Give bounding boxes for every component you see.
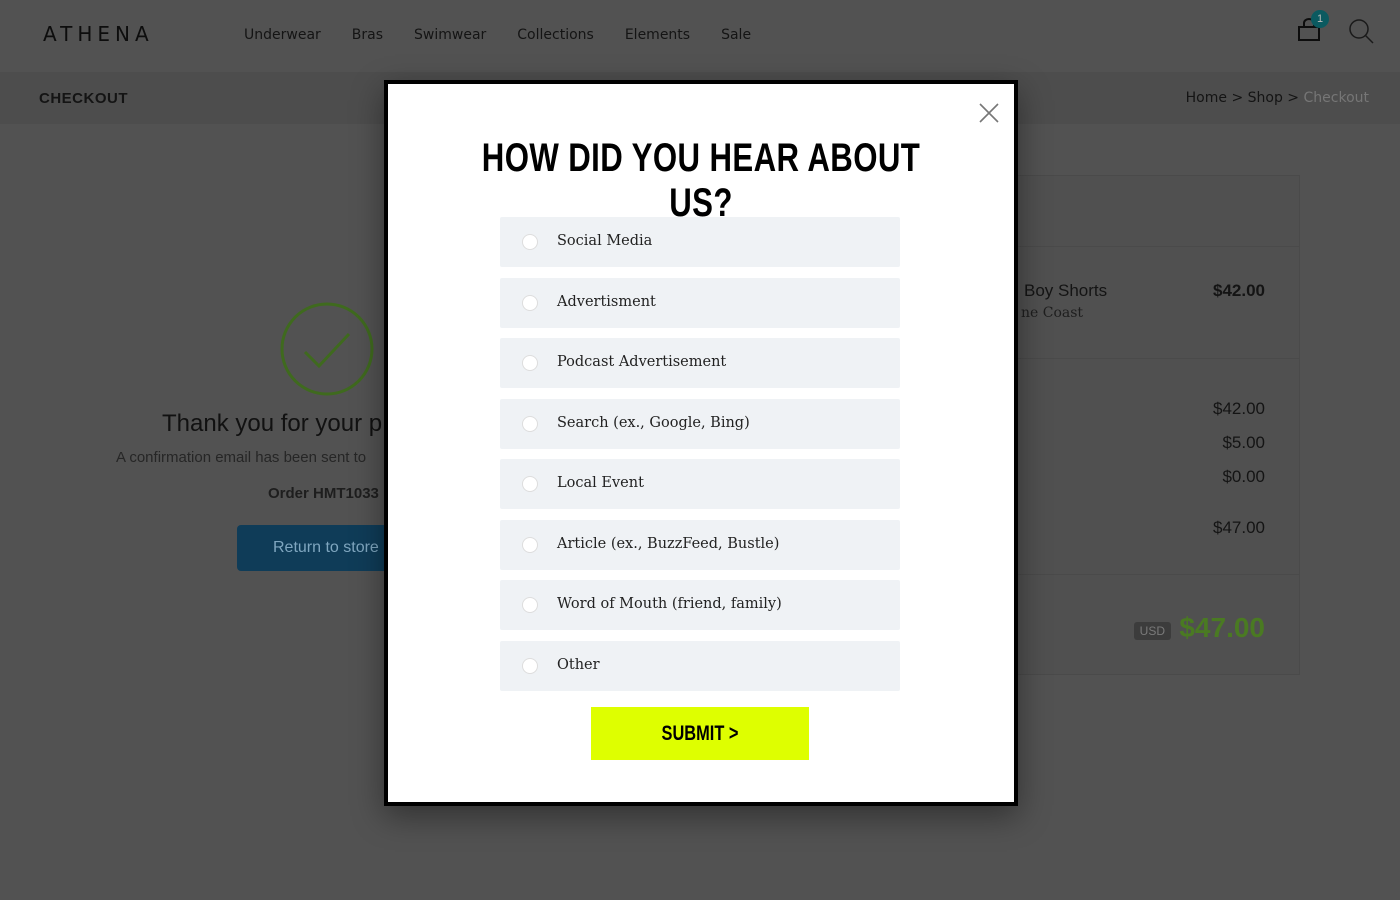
option-label: Article (ex., BuzzFeed, Bustle) bbox=[557, 535, 780, 552]
return-to-store-button[interactable]: Return to store bbox=[237, 525, 384, 571]
breadcrumb: Home > Shop > Checkout bbox=[1185, 90, 1370, 106]
radio-button[interactable] bbox=[522, 476, 538, 492]
nav-bras[interactable]: Bras bbox=[352, 27, 383, 43]
option-other[interactable]: Other bbox=[500, 640, 900, 691]
modal-title: HOW DID YOU HEAR ABOUT US? bbox=[481, 136, 921, 225]
nav-sale[interactable]: Sale bbox=[721, 27, 751, 43]
option-search[interactable]: Search (ex., Google, Bing) bbox=[500, 398, 900, 449]
radio-button[interactable] bbox=[522, 657, 538, 674]
option-podcast-advertisement[interactable]: Podcast Advertisement bbox=[500, 338, 900, 388]
option-label: Podcast Advertisement bbox=[557, 354, 727, 370]
option-label: Other bbox=[557, 656, 600, 673]
tax-value: $0.00 bbox=[1222, 467, 1265, 486]
subtotal-value: $42.00 bbox=[1213, 399, 1265, 418]
total-line-value: $47.00 bbox=[1213, 518, 1265, 537]
option-label: Search (ex., Google, Bing) bbox=[557, 414, 750, 431]
radio-button[interactable] bbox=[522, 294, 538, 311]
option-article[interactable]: Article (ex., BuzzFeed, Bustle) bbox=[500, 519, 900, 570]
grand-total: $47.00 bbox=[1179, 612, 1265, 643]
success-check-icon bbox=[280, 302, 374, 396]
currency-badge: USD bbox=[1133, 622, 1171, 640]
option-label: Local Event bbox=[557, 475, 644, 491]
breadcrumb-shop[interactable]: Shop bbox=[1248, 90, 1283, 106]
survey-modal: HOW DID YOU HEAR ABOUT US? Social Media … bbox=[384, 80, 1018, 806]
order-number: Order HMT1033 bbox=[268, 485, 379, 502]
breadcrumb-current: Checkout bbox=[1303, 90, 1370, 106]
submit-button[interactable]: SUBMIT > bbox=[591, 707, 809, 760]
option-label: Social Media bbox=[557, 233, 653, 249]
radio-button[interactable] bbox=[522, 597, 538, 613]
radio-button[interactable] bbox=[522, 536, 538, 553]
confirmation-message: A confirmation email has been sent to bbox=[116, 449, 367, 466]
nav-underwear[interactable]: Underwear bbox=[244, 27, 321, 43]
radio-button[interactable] bbox=[522, 355, 538, 371]
item-price: $42.00 bbox=[1213, 281, 1265, 300]
survey-options: Social Media Advertisment Podcast Advert… bbox=[500, 217, 900, 701]
logo[interactable]: ATHENA bbox=[43, 22, 154, 46]
cart-count-badge: 1 bbox=[1311, 10, 1329, 28]
radio-button[interactable] bbox=[522, 415, 538, 432]
close-icon[interactable] bbox=[978, 102, 1000, 124]
submit-label: SUBMIT > bbox=[661, 722, 739, 745]
option-label: Word of Mouth (friend, family) bbox=[557, 596, 782, 612]
nav-collections[interactable]: Collections bbox=[517, 27, 594, 43]
site-header: ATHENA Underwear Bras Swimwear Collectio… bbox=[0, 0, 1400, 72]
item-variant: ne Coast bbox=[1021, 305, 1084, 321]
search-icon[interactable] bbox=[1348, 18, 1374, 44]
item-name: Boy Shorts bbox=[1024, 281, 1108, 300]
page-title: CHECKOUT bbox=[39, 90, 128, 107]
option-local-event[interactable]: Local Event bbox=[500, 459, 900, 509]
main-nav: Underwear Bras Swimwear Collections Elem… bbox=[244, 27, 751, 43]
option-label: Advertisment bbox=[557, 293, 656, 310]
option-word-of-mouth[interactable]: Word of Mouth (friend, family) bbox=[500, 580, 900, 630]
thank-you-heading: Thank you for your p bbox=[162, 410, 383, 437]
breadcrumb-home[interactable]: Home bbox=[1186, 90, 1227, 106]
option-advertisment[interactable]: Advertisment bbox=[500, 277, 900, 328]
radio-button[interactable] bbox=[522, 234, 538, 250]
nav-elements[interactable]: Elements bbox=[625, 27, 690, 43]
shipping-value: $5.00 bbox=[1222, 433, 1265, 452]
option-social-media[interactable]: Social Media bbox=[500, 217, 900, 267]
nav-swimwear[interactable]: Swimwear bbox=[414, 27, 486, 43]
